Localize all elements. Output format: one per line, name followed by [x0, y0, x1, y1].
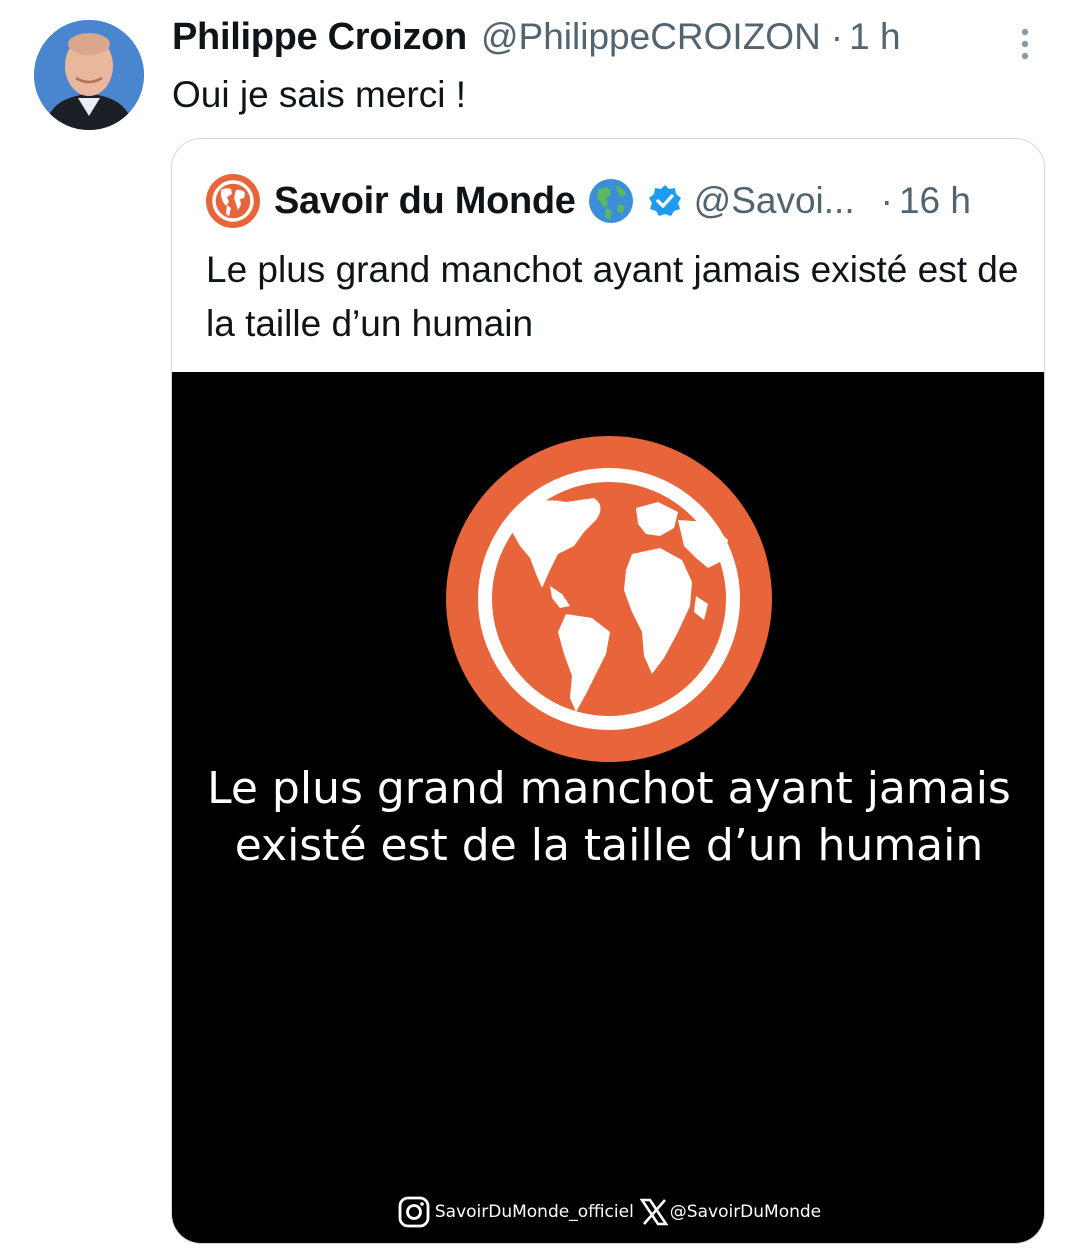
- author-avatar[interactable]: [34, 20, 144, 130]
- author-handle[interactable]: @PhilippeCROIZON: [481, 16, 821, 58]
- quoted-header-separator: ·: [880, 180, 893, 221]
- tweet-text: Oui je sais merci !: [172, 74, 467, 115]
- profile-photo-icon: [34, 20, 144, 130]
- instagram-icon: [398, 1196, 430, 1228]
- x-handle: @SavoirDuMonde: [669, 1202, 822, 1222]
- quoted-tweet-card[interactable]: Savoir du Monde @Savoi... · 16 h Le plus…: [171, 138, 1045, 1244]
- globe-logo-icon: [446, 436, 772, 762]
- orange-globe-logo-icon[interactable]: [206, 174, 260, 228]
- tweet-header: Philippe Croizon @PhilippeCROIZON · 1 h: [172, 16, 901, 64]
- quoted-tweet-header: Savoir du Monde @Savoi... · 16 h: [206, 173, 971, 229]
- header-separator: ·: [830, 16, 844, 57]
- quoted-tweet-text: Le plus grand manchot ayant jamais exist…: [206, 249, 1019, 344]
- media-caption-text: Le plus grand manchot ayant jamais exist…: [207, 763, 1011, 871]
- quoted-tweet-media-image[interactable]: Le plus grand manchot ayant jamais exist…: [172, 372, 1044, 1243]
- quoted-author-handle[interactable]: @Savoi...: [694, 180, 855, 222]
- instagram-handle: SavoirDuMonde_officiel: [434, 1202, 634, 1222]
- quoted-author-display-name[interactable]: Savoir du Monde: [274, 180, 576, 223]
- x-logo-icon: [639, 1198, 668, 1226]
- globe-americas-emoji-icon: [588, 179, 633, 223]
- quoted-tweet-timestamp[interactable]: 16 h: [899, 180, 971, 222]
- verified-badge-icon: [648, 185, 681, 216]
- more-options-button[interactable]: [1010, 24, 1040, 64]
- tweet-timestamp[interactable]: 1 h: [849, 16, 900, 58]
- author-display-name[interactable]: Philippe Croizon: [172, 16, 467, 59]
- media-footer: SavoirDuMonde_officiel @SavoirDuMonde: [172, 1192, 1044, 1232]
- vertical-ellipsis-icon: [1021, 28, 1029, 60]
